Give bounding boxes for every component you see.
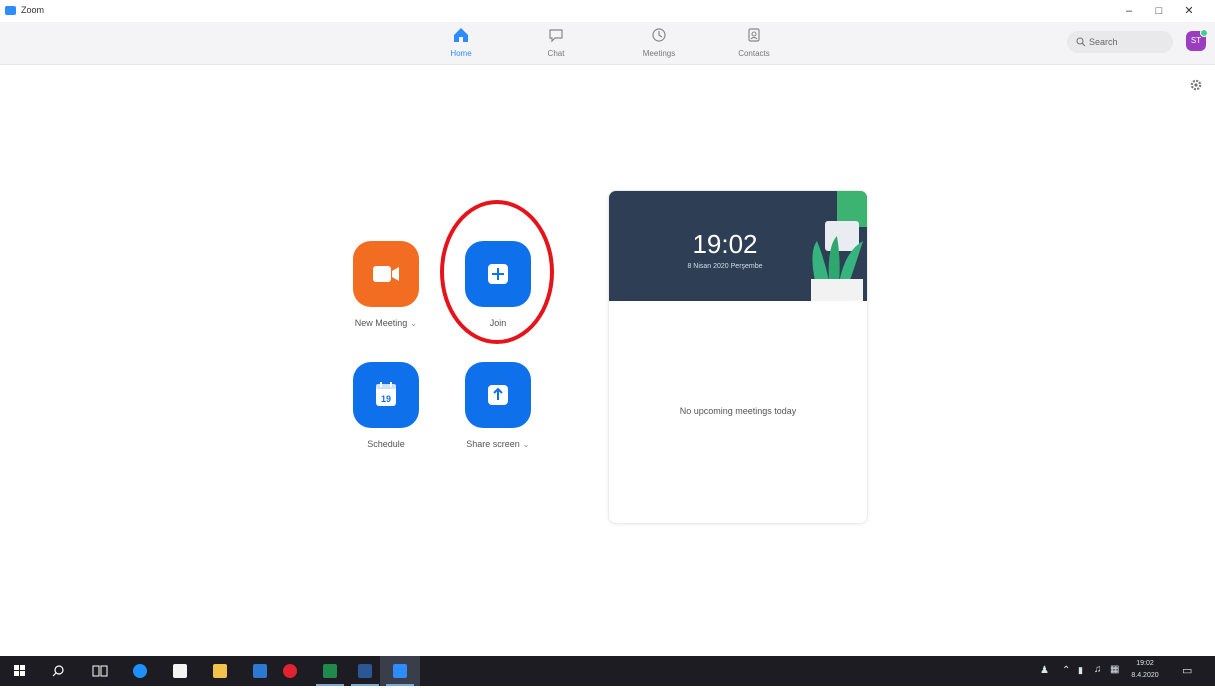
task-view-icon: [92, 665, 108, 677]
share-screen-button[interactable]: [465, 362, 531, 428]
taskbar-search[interactable]: [40, 656, 80, 686]
task-view-button[interactable]: [80, 656, 120, 686]
calendar-day: 19: [381, 394, 391, 404]
taskbar-app-explorer[interactable]: [200, 656, 240, 686]
people-icon[interactable]: ♟: [1040, 665, 1049, 676]
search-icon: [52, 665, 64, 677]
window-title: Zoom: [21, 5, 45, 15]
network-icon[interactable]: ▦: [1110, 664, 1119, 675]
title-bar: Zoom – □ ✕: [0, 0, 1215, 22]
new-meeting-button[interactable]: [353, 241, 419, 307]
new-meeting-action[interactable]: New Meeting ⌄: [331, 241, 441, 341]
tab-meetings-label: Meetings: [642, 49, 676, 58]
gear-icon[interactable]: [1190, 79, 1202, 91]
store-icon: [173, 664, 187, 678]
taskbar-app-zoom[interactable]: [380, 656, 420, 686]
folder-icon: [213, 664, 227, 678]
word-icon: [358, 664, 372, 678]
excel-icon: [323, 664, 337, 678]
notification-icon[interactable]: ▭: [1182, 664, 1192, 677]
opera-icon: [283, 664, 297, 678]
tab-contacts-label: Contacts: [738, 49, 770, 58]
edge-icon: [133, 664, 147, 678]
search-placeholder: Search: [1089, 37, 1118, 47]
calendar-icon: 19: [376, 382, 396, 406]
taskbar-clock-time[interactable]: 19:02: [1124, 660, 1166, 667]
schedule-label: Schedule: [367, 439, 405, 449]
mail-icon: [253, 664, 267, 678]
top-nav: Home Chat Meetings Contacts: [0, 22, 1215, 65]
video-camera-icon: [373, 266, 399, 282]
tab-home-label: Home: [450, 49, 472, 58]
tab-chat-label: Chat: [547, 49, 565, 58]
share-arrow-icon: [488, 385, 508, 405]
minimize-icon[interactable]: –: [1116, 3, 1142, 19]
share-screen-action[interactable]: Share screen ⌄: [443, 362, 553, 462]
schedule-action[interactable]: 19 Schedule: [331, 362, 441, 462]
taskbar-app-edge[interactable]: [120, 656, 160, 686]
upcoming-meetings-card: 19:02 8 Nisan 2020 Perşembe No upcoming …: [608, 190, 868, 524]
status-dot: [1200, 29, 1208, 37]
taskbar: ♟ ⌃ ▮ ♫ ▦ 19:02 8.4.2020 ▭: [0, 656, 1215, 686]
plant-illustration-icon: [811, 191, 867, 301]
search-input[interactable]: Search: [1067, 31, 1173, 53]
zoom-logo-icon: [5, 6, 16, 15]
start-button[interactable]: [0, 656, 40, 686]
highlight-ring: [440, 200, 554, 344]
taskbar-app-store[interactable]: [160, 656, 200, 686]
new-meeting-label: New Meeting: [354, 318, 408, 328]
tab-home[interactable]: Home: [431, 22, 491, 64]
taskbar-app-word[interactable]: [345, 656, 385, 686]
clock-icon: [652, 28, 666, 42]
chat-icon: [549, 29, 563, 43]
chevron-down-icon[interactable]: ⌄: [410, 318, 418, 328]
chevron-down-icon[interactable]: ⌄: [522, 439, 530, 449]
zoom-icon: [393, 664, 407, 678]
taskbar-clock-date[interactable]: 8.4.2020: [1124, 672, 1166, 679]
tab-chat[interactable]: Chat: [526, 22, 586, 64]
home-icon: [454, 28, 468, 42]
taskbar-app-excel[interactable]: [310, 656, 350, 686]
close-icon[interactable]: ✕: [1176, 3, 1202, 19]
tab-contacts[interactable]: Contacts: [724, 22, 784, 64]
no-meetings-message: No upcoming meetings today: [679, 406, 797, 416]
tab-meetings[interactable]: Meetings: [629, 22, 689, 64]
maximize-icon[interactable]: □: [1146, 3, 1172, 19]
share-screen-label: Share screen: [466, 439, 520, 449]
card-header: 19:02 8 Nisan 2020 Perşembe: [609, 191, 867, 301]
battery-icon[interactable]: ▮: [1078, 665, 1083, 676]
volume-icon[interactable]: ♫: [1094, 664, 1102, 675]
windows-logo-icon: [14, 665, 25, 676]
chevron-up-icon[interactable]: ⌃: [1062, 665, 1070, 676]
contacts-icon: [748, 28, 760, 42]
schedule-button[interactable]: 19: [353, 362, 419, 428]
search-icon: [1076, 37, 1086, 47]
taskbar-app-opera[interactable]: [270, 656, 310, 686]
